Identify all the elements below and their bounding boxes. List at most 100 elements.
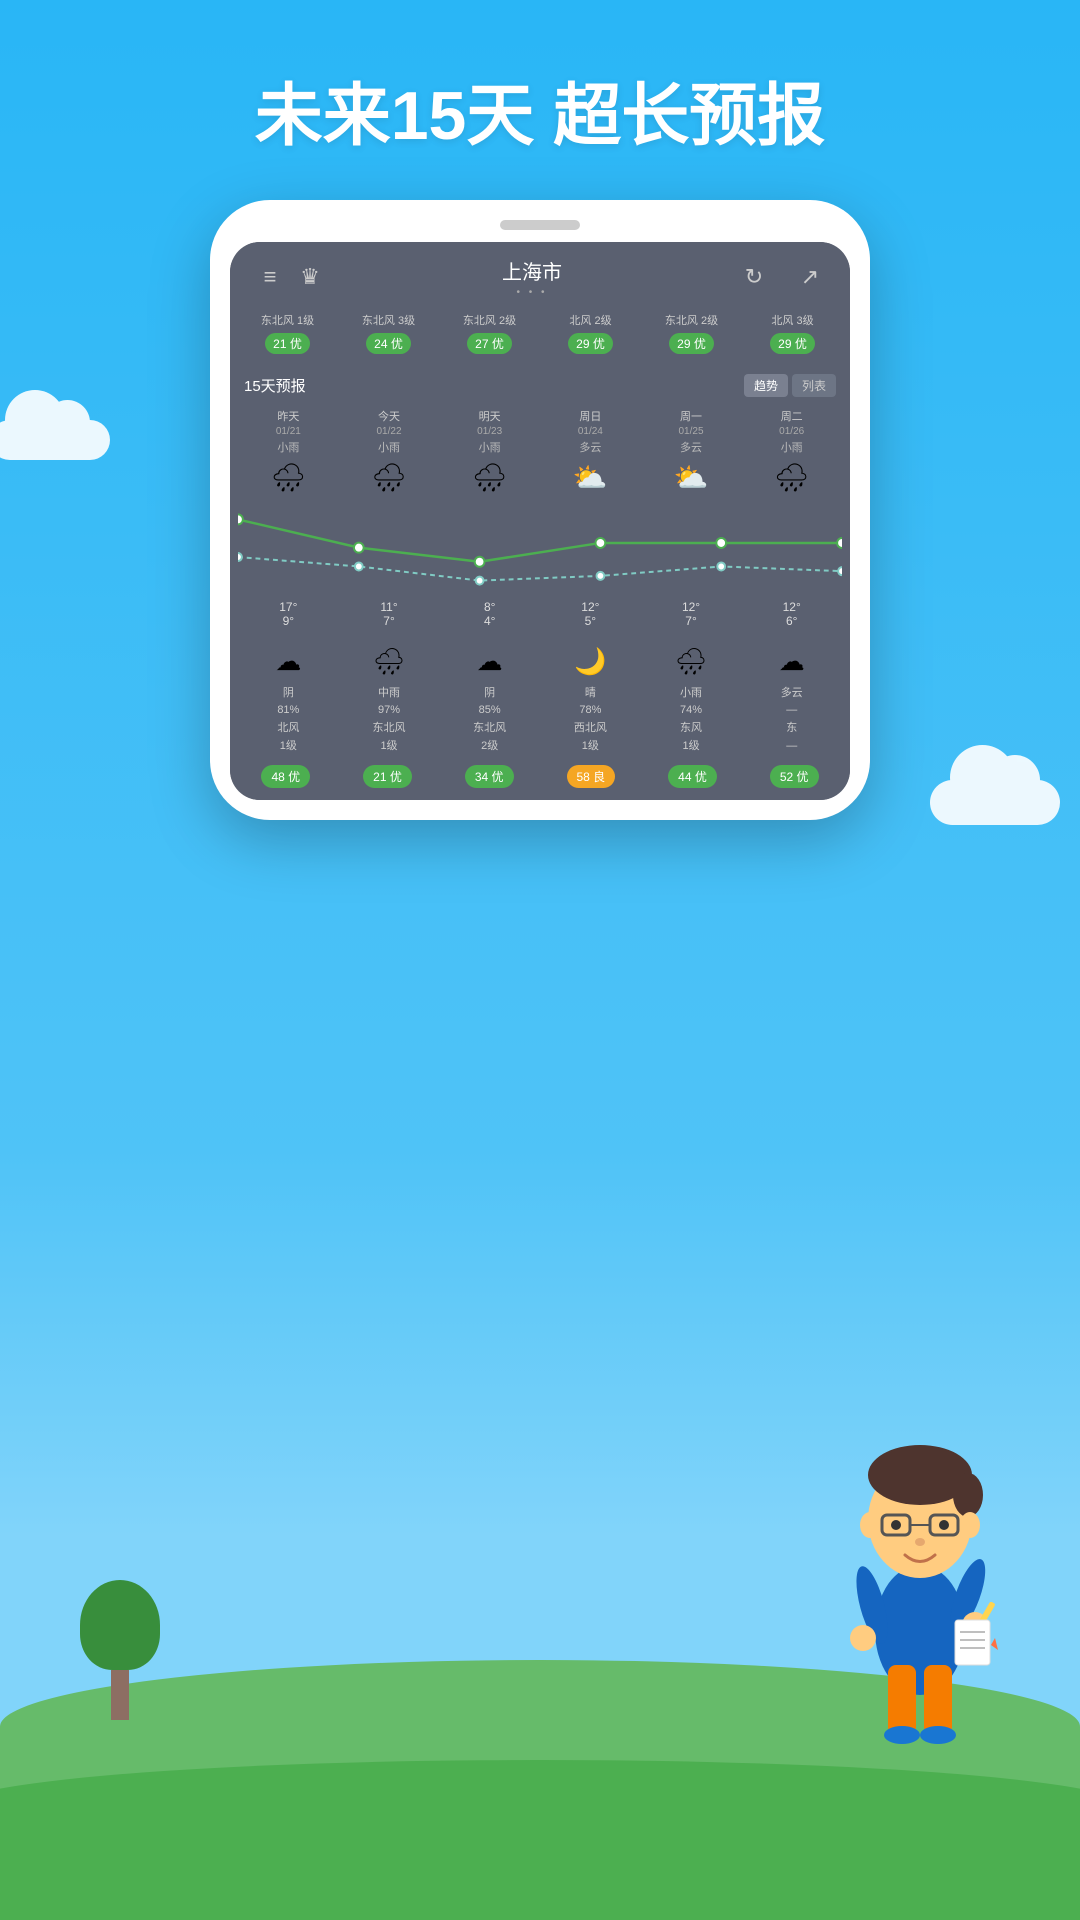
- low-temp-label: 9°: [238, 614, 339, 628]
- cloud-right: [930, 780, 1060, 825]
- header-right-icons: ↻ ↗: [734, 264, 830, 290]
- cloud-left: [0, 420, 110, 460]
- aqi-badge: 29 优: [568, 333, 613, 354]
- weather-icon-col: 🌧: [339, 461, 440, 494]
- day-date: 01/21: [238, 426, 339, 437]
- day-weather: 多云: [540, 439, 641, 455]
- detail-text: 中雨 97% 东北风 1级: [339, 685, 440, 755]
- tab-trend[interactable]: 趋势: [744, 374, 788, 397]
- day-col: 周二 01/26 小雨: [741, 409, 842, 455]
- aqi-col: 北风 2级 29 优: [543, 314, 638, 354]
- bottom-aqi-badge: 21 优: [363, 765, 412, 788]
- day-weather: 多云: [641, 439, 742, 455]
- low-temp-label: 5°: [540, 614, 641, 628]
- night-icon-col: ☁: [238, 646, 339, 677]
- menu-icon[interactable]: ≡: [250, 264, 290, 290]
- low-temp-label: 4°: [439, 614, 540, 628]
- bottom-aqi-badge: 48 优: [261, 765, 310, 788]
- night-icon-col: ☁: [439, 646, 540, 677]
- aqi-badge: 29 优: [669, 333, 714, 354]
- weather-icon-col: 🌧: [741, 461, 842, 494]
- low-temp-label: 7°: [641, 614, 742, 628]
- aqi-col: 北风 3级 29 优: [745, 314, 840, 354]
- high-temp-label: 12°: [741, 600, 842, 614]
- phone-speaker: [500, 220, 580, 230]
- bottom-aqi-col: 21 优: [340, 765, 436, 788]
- day-weather: 小雨: [238, 439, 339, 455]
- wind-label: 北风 3级: [745, 314, 840, 329]
- aqi-col: 东北风 1级 21 优: [240, 314, 335, 354]
- bottom-aqi-col: 58 良: [543, 765, 639, 788]
- day-col: 昨天 01/21 小雨: [238, 409, 339, 455]
- bottom-aqi-col: 34 优: [441, 765, 537, 788]
- character: [820, 1410, 1020, 1760]
- day-label: 今天: [339, 409, 440, 426]
- day-date: 01/26: [741, 426, 842, 437]
- night-icon-col: 🌙: [540, 646, 641, 677]
- wind-label: 东北风 1级: [240, 314, 335, 329]
- day-label: 周日: [540, 409, 641, 426]
- day-weather: 小雨: [439, 439, 540, 455]
- phone-mockup: ≡ ♛ 上海市 • • • ↻ ↗ 东北风 1级 21 优 东北风 3级 24 …: [210, 200, 870, 820]
- detail-col: 中雨 97% 东北风 1级: [339, 685, 440, 755]
- headline: 未来15天 超长预报: [0, 60, 1080, 159]
- day-col: 今天 01/22 小雨: [339, 409, 440, 455]
- low-temp-label: 7°: [339, 614, 440, 628]
- day-labels-row: 昨天 01/21 小雨 今天 01/22 小雨 明天 01/23 小雨 周日 0…: [230, 405, 850, 455]
- low-temp-labels: 9°7°4°5°7°6°: [230, 614, 850, 628]
- aqi-col: 东北风 2级 27 优: [442, 314, 537, 354]
- detail-text: 多云 — 东 —: [741, 685, 842, 755]
- wind-label: 东北风 2级: [644, 314, 739, 329]
- bottom-aqi-badge: 34 优: [465, 765, 514, 788]
- detail-col: 小雨 74% 东风 1级: [641, 685, 742, 755]
- share-icon[interactable]: ↗: [790, 264, 830, 290]
- detail-col: 阴 85% 东北风 2级: [439, 685, 540, 755]
- detail-text: 阴 85% 东北风 2级: [439, 685, 540, 755]
- high-temp-label: 12°: [641, 600, 742, 614]
- detail-col: 晴 78% 西北风 1级: [540, 685, 641, 755]
- high-temp-label: 17°: [238, 600, 339, 614]
- crown-icon[interactable]: ♛: [290, 264, 330, 290]
- weather-icon-col: 🌧: [439, 461, 540, 494]
- bottom-aqi-col: 48 优: [238, 765, 334, 788]
- day-col: 明天 01/23 小雨: [439, 409, 540, 455]
- day-col: 周日 01/24 多云: [540, 409, 641, 455]
- forecast-header: 15天预报 趋势 列表: [230, 364, 850, 405]
- weather-icon-col: ⛅: [540, 461, 641, 494]
- bottom-aqi-row: 48 优 21 优 34 优 58 良 44 优52 优: [230, 759, 850, 800]
- high-temp-label: 11°: [339, 600, 440, 614]
- aqi-col: 东北风 3级 24 优: [341, 314, 436, 354]
- weather-icons-top: 🌧🌧🌧⛅⛅🌧: [230, 455, 850, 500]
- bottom-aqi-col: 52 优: [746, 765, 842, 788]
- tree: [80, 1580, 160, 1720]
- bottom-aqi-col: 44 优: [645, 765, 741, 788]
- day-date: 01/22: [339, 426, 440, 437]
- day-label: 昨天: [238, 409, 339, 426]
- detail-text: 小雨 74% 东风 1级: [641, 685, 742, 755]
- page-dots: • • •: [330, 287, 734, 298]
- bottom-aqi-badge: 58 良: [567, 765, 616, 788]
- forecast-title: 15天预报: [244, 375, 306, 396]
- aqi-top-row: 东北风 1级 21 优 东北风 3级 24 优 东北风 2级 27 优 北风 2…: [230, 306, 850, 362]
- wind-label: 北风 2级: [543, 314, 638, 329]
- weather-icon-col: ⛅: [641, 461, 742, 494]
- aqi-badge: 24 优: [366, 333, 411, 354]
- forecast-section: 15天预报 趋势 列表 昨天 01/21 小雨 今天 01/22 小雨 明天 0…: [230, 364, 850, 800]
- forecast-tabs: 趋势 列表: [744, 374, 836, 397]
- day-date: 01/25: [641, 426, 742, 437]
- day-label: 周二: [741, 409, 842, 426]
- wind-label: 东北风 3级: [341, 314, 436, 329]
- tab-list[interactable]: 列表: [792, 374, 836, 397]
- aqi-badge: 21 优: [265, 333, 310, 354]
- detail-text: 晴 78% 西北风 1级: [540, 685, 641, 755]
- wind-label: 东北风 2级: [442, 314, 537, 329]
- detail-text: 阴 81% 北风 1级: [238, 685, 339, 755]
- refresh-icon[interactable]: ↻: [734, 264, 774, 290]
- day-label: 明天: [439, 409, 540, 426]
- tree-trunk: [111, 1670, 129, 1720]
- day-weather: 小雨: [741, 439, 842, 455]
- night-icon-col: 🌧: [641, 646, 742, 677]
- phone-outer: ≡ ♛ 上海市 • • • ↻ ↗ 东北风 1级 21 优 东北风 3级 24 …: [210, 200, 870, 820]
- city-label: 上海市: [330, 256, 734, 285]
- day-weather: 小雨: [339, 439, 440, 455]
